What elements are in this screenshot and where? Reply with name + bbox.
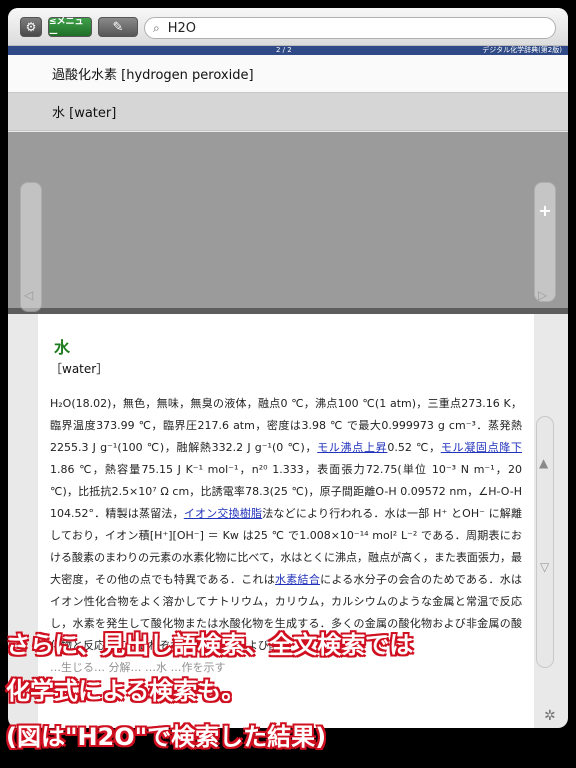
link-molar-boiling-point[interactable]: モル沸点上昇: [317, 441, 387, 454]
entry-content: 水 ［water］ H₂O(18.02)，無色，無味，無臭の液体，融点0 ℃，沸…: [38, 314, 534, 728]
gear-icon: ⚙: [25, 20, 37, 34]
menu-button-label: ≤メニュー: [49, 17, 84, 40]
link-hydrogen-bond[interactable]: 水素結合: [275, 573, 320, 586]
search-result-list: 過酸化水素 [hydrogen peroxide] 水 [water]: [8, 55, 568, 131]
app-window: ⚙ ≤メニュー ✎ ⌕ 2 / 2 デジタル化学辞典(第2版) 過酸化水素 [h…: [8, 8, 568, 728]
empty-list-area: [8, 132, 568, 313]
page-count: 2 / 2: [276, 46, 292, 54]
search-input[interactable]: [167, 20, 538, 36]
result-item-selected[interactable]: 水 [water]: [8, 93, 568, 131]
right-arrow-icon[interactable]: ▷: [538, 288, 547, 302]
body-text: 0.52 ℃，: [387, 441, 441, 454]
menu-button[interactable]: ≤メニュー: [48, 17, 92, 40]
toolbar: ⚙ ≤メニュー ✎ ⌕: [8, 8, 568, 46]
entry-english: ［water］: [50, 362, 109, 376]
pen-button[interactable]: ✎: [98, 17, 138, 37]
result-item[interactable]: 過酸化水素 [hydrogen peroxide]: [8, 55, 568, 93]
scrollbar-track[interactable]: [536, 416, 554, 668]
dictionary-name: デジタル化学辞典(第2版): [482, 46, 562, 54]
search-box: ⌕: [144, 17, 556, 39]
settings-button[interactable]: ⚙: [20, 17, 42, 37]
add-icon[interactable]: +: [534, 200, 556, 222]
scroll-down-icon[interactable]: ▽: [540, 560, 549, 574]
search-icon: ⌕: [153, 20, 160, 35]
link-ion-exchange-resin[interactable]: イオン交換樹脂: [184, 507, 262, 520]
page-indicator-bar: 2 / 2 デジタル化学辞典(第2版): [8, 46, 568, 55]
caption-line-2: 化学式による検索も。: [6, 677, 246, 705]
bottom-gear-icon[interactable]: ✲: [544, 708, 556, 724]
scroll-up-icon[interactable]: ▲: [539, 456, 548, 470]
left-arrow-icon[interactable]: ◁: [24, 288, 33, 302]
entry-title: 水: [54, 338, 71, 357]
pen-icon: ✎: [112, 19, 124, 35]
caption-line-3: (図は"H2O"で検索した結果): [6, 723, 327, 751]
result-label: 水 [water]: [52, 106, 117, 121]
link-molar-freezing-point[interactable]: モル凝固点降下: [441, 441, 522, 454]
result-label: 過酸化水素 [hydrogen peroxide]: [52, 68, 254, 83]
caption-line-1: さらに、見出し語検索、全文検索では: [6, 631, 414, 659]
